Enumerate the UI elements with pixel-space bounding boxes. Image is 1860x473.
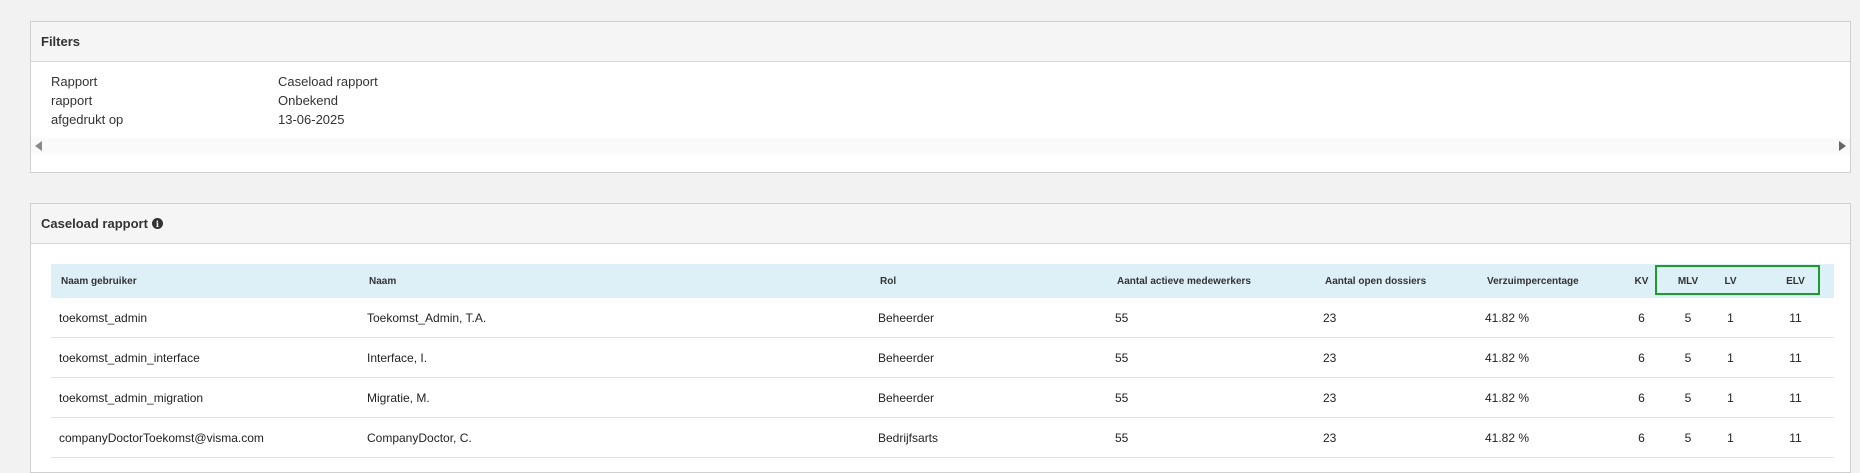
cell-kv: 6: [1611, 377, 1672, 418]
filter-value: Onbekend: [278, 93, 338, 108]
caseload-panel: Caseload rapport i Naam gebruiker Naam R…: [30, 203, 1851, 473]
filter-row-printed-on: afgedrukt op 13-06-2025: [51, 110, 1830, 129]
scroll-left-icon[interactable]: [35, 141, 42, 151]
cell-mlv: 5: [1672, 377, 1704, 418]
cell-kv: 6: [1611, 298, 1672, 338]
filter-label: afgedrukt op: [51, 112, 124, 127]
cell-absence-rate: 41.82 %: [1477, 377, 1611, 418]
cell-active-employees: 55: [1107, 377, 1315, 418]
column-header-lv[interactable]: LV: [1704, 264, 1757, 298]
cell-role: Beheerder: [870, 298, 1107, 338]
cell-name: Migratie, M.: [359, 377, 870, 418]
column-header-mlv[interactable]: MLV: [1672, 264, 1704, 298]
filters-header: Filters: [31, 22, 1850, 62]
table-row[interactable]: toekomst_admin_interface Interface, I. B…: [51, 337, 1834, 378]
table-header-row: Naam gebruiker Naam Rol Aantal actieve m…: [51, 264, 1834, 298]
column-header-elv[interactable]: ELV: [1757, 264, 1834, 298]
cell-kv: 6: [1611, 337, 1672, 378]
column-header-kv[interactable]: KV: [1611, 264, 1672, 298]
cell-active-employees: 55: [1107, 298, 1315, 338]
cell-elv: 11: [1757, 298, 1834, 338]
cell-mlv: 5: [1672, 298, 1704, 338]
table-row[interactable]: toekomst_admin_migration Migratie, M. Be…: [51, 377, 1834, 418]
horizontal-scrollbar[interactable]: [31, 138, 1850, 154]
cell-mlv: 5: [1672, 417, 1704, 458]
cell-role: Beheerder: [870, 337, 1107, 378]
filters-title: Filters: [41, 34, 81, 49]
cell-name: Toekomst_Admin, T.A.: [359, 298, 870, 338]
table-row[interactable]: companyDoctorToekomst@visma.com CompanyD…: [51, 417, 1834, 458]
cell-kv: 6: [1611, 417, 1672, 458]
cell-open-cases: 23: [1315, 337, 1477, 378]
caseload-table: Naam gebruiker Naam Rol Aantal actieve m…: [51, 264, 1834, 458]
caseload-title: Caseload rapport: [41, 216, 148, 231]
cell-lv: 1: [1704, 417, 1757, 458]
cell-name: CompanyDoctor, C.: [359, 417, 870, 458]
column-header-role[interactable]: Rol: [870, 264, 1107, 298]
column-header-absence-rate[interactable]: Verzuimpercentage: [1477, 264, 1611, 298]
cell-username: companyDoctorToekomst@visma.com: [51, 417, 359, 458]
cell-open-cases: 23: [1315, 377, 1477, 418]
cell-username: toekomst_admin_interface: [51, 337, 359, 378]
cell-open-cases: 23: [1315, 298, 1477, 338]
filter-value: Caseload rapport: [278, 74, 378, 89]
filter-label: Rapport: [51, 74, 98, 89]
cell-elv: 11: [1757, 377, 1834, 418]
cell-active-employees: 55: [1107, 417, 1315, 458]
cell-lv: 1: [1704, 298, 1757, 338]
caseload-header: Caseload rapport i: [31, 204, 1850, 244]
cell-absence-rate: 41.82 %: [1477, 298, 1611, 338]
filters-body: Rapport Caseload rapport rapport Onbeken…: [31, 62, 1850, 129]
filter-row-rapport-type: Rapport Caseload rapport: [51, 72, 1830, 91]
cell-elv: 11: [1757, 337, 1834, 378]
cell-elv: 11: [1757, 417, 1834, 458]
cell-role: Beheerder: [870, 377, 1107, 418]
cell-role: Bedrijfsarts: [870, 417, 1107, 458]
column-header-open-cases[interactable]: Aantal open dossiers: [1315, 264, 1477, 298]
scroll-right-icon[interactable]: [1839, 141, 1846, 151]
cell-username: toekomst_admin_migration: [51, 377, 359, 418]
filter-label: rapport: [51, 93, 93, 108]
filter-row-rapport: rapport Onbekend: [51, 91, 1830, 110]
column-header-username[interactable]: Naam gebruiker: [51, 264, 359, 298]
cell-absence-rate: 41.82 %: [1477, 417, 1611, 458]
caseload-table-wrapper: Naam gebruiker Naam Rol Aantal actieve m…: [51, 264, 1834, 458]
cell-lv: 1: [1704, 337, 1757, 378]
filter-value: 13-06-2025: [278, 112, 345, 127]
cell-absence-rate: 41.82 %: [1477, 337, 1611, 378]
cell-name: Interface, I.: [359, 337, 870, 378]
table-row[interactable]: toekomst_admin Toekomst_Admin, T.A. Behe…: [51, 298, 1834, 338]
info-circle-icon[interactable]: i: [151, 218, 163, 229]
cell-lv: 1: [1704, 377, 1757, 418]
filters-panel: Filters Rapport Caseload rapport rapport…: [30, 21, 1851, 173]
cell-username: toekomst_admin: [51, 298, 359, 338]
cell-mlv: 5: [1672, 337, 1704, 378]
cell-active-employees: 55: [1107, 337, 1315, 378]
column-header-name[interactable]: Naam: [359, 264, 870, 298]
cell-open-cases: 23: [1315, 417, 1477, 458]
column-header-active-employees[interactable]: Aantal actieve medewerkers: [1107, 264, 1315, 298]
